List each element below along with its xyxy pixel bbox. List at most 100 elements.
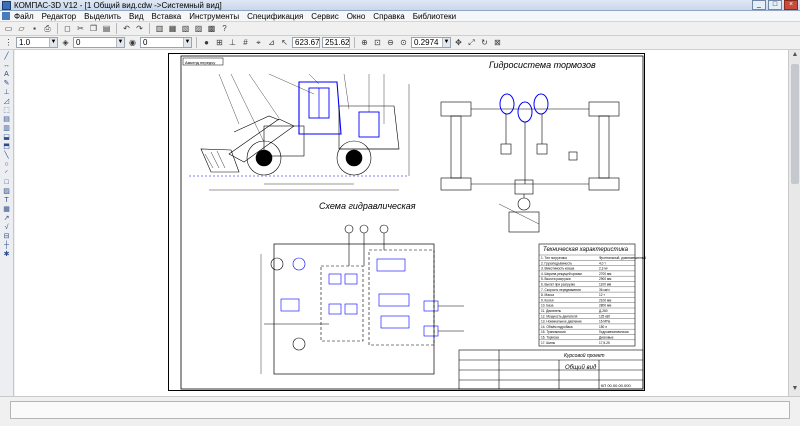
geometry-icon[interactable]: ╱ <box>2 53 12 61</box>
table-icon[interactable]: ▦ <box>2 206 12 214</box>
help-icon[interactable]: ? <box>219 23 230 34</box>
spec-icon[interactable]: ▤ <box>2 116 12 124</box>
zoom-scale-icon[interactable]: ⊙ <box>398 37 409 48</box>
measure-icon[interactable]: ◿ <box>2 98 12 106</box>
close-button[interactable]: × <box>784 0 798 10</box>
line-icon[interactable]: ╲ <box>2 152 12 160</box>
menu-select[interactable]: Выделить <box>84 12 121 21</box>
local-cs-icon[interactable]: ⌖ <box>253 37 264 48</box>
zoom-combo[interactable]: 0.2974 ▼ <box>411 37 451 48</box>
zoom-in-icon[interactable]: ⊕ <box>359 37 370 48</box>
grid-step-icon[interactable]: ⋮ <box>3 37 14 48</box>
variables-icon[interactable]: ▧ <box>180 23 191 34</box>
snowflake-icon[interactable]: ✱ <box>2 251 12 259</box>
insert-icon[interactable]: ⬓ <box>2 134 12 142</box>
dimensions-icon[interactable]: ↔ <box>2 62 12 70</box>
refresh-icon[interactable]: ↻ <box>479 37 490 48</box>
ortho-icon[interactable]: ⊥ <box>227 37 238 48</box>
menu-tools[interactable]: Инструменты <box>189 12 239 21</box>
pan-icon[interactable]: ✥ <box>453 37 464 48</box>
leader-icon[interactable]: ↗ <box>2 215 12 223</box>
save-icon[interactable]: ▪ <box>29 23 40 34</box>
scroll-down-icon[interactable]: ▼ <box>790 385 800 395</box>
toolbar-separator <box>354 37 355 48</box>
new-document-icon[interactable]: ▭ <box>3 23 14 34</box>
chevron-down-icon[interactable]: ▼ <box>116 38 124 47</box>
parametrization-icon[interactable]: ⊥ <box>2 89 12 97</box>
menu-service[interactable]: Сервис <box>311 12 338 21</box>
step-combo[interactable]: 1.0 ▼ <box>16 37 58 48</box>
chevron-down-icon[interactable]: ▼ <box>49 38 57 47</box>
tech-row-value: 16 МПа <box>599 320 610 324</box>
editing-icon[interactable]: ✎ <box>2 80 12 88</box>
rect-icon[interactable]: □ <box>2 179 12 187</box>
minimize-button[interactable]: _ <box>752 0 766 10</box>
layers-icon[interactable]: ▩ <box>206 23 217 34</box>
vertical-scrollbar[interactable]: ▲ ▼ <box>788 50 800 396</box>
valve-a <box>328 273 342 285</box>
menu-libraries[interactable]: Библиотеки <box>413 12 456 21</box>
chevron-down-icon[interactable]: ▼ <box>442 38 450 47</box>
parametric-icon[interactable]: ⊿ <box>266 37 277 48</box>
style-combo[interactable]: 0 ▼ <box>140 37 192 48</box>
tech-row-param: 6. Вылет при разгрузке <box>541 283 575 287</box>
menu-window[interactable]: Окно <box>347 12 366 21</box>
text-icon[interactable]: T <box>2 197 12 205</box>
menu-edit[interactable]: Редактор <box>42 12 76 21</box>
style-icon[interactable]: ◉ <box>127 37 138 48</box>
menu-help[interactable]: Справка <box>373 12 404 21</box>
arc-icon[interactable]: ◜ <box>2 170 12 178</box>
stamp-label: Амкенд передчу <box>185 60 215 65</box>
preview-icon[interactable]: ◻ <box>62 23 73 34</box>
tree-icon[interactable]: ▨ <box>193 23 204 34</box>
symbols-icon[interactable]: A <box>2 71 12 79</box>
tech-row-value: 2700 мм <box>599 272 611 276</box>
menu-insert[interactable]: Вставка <box>152 12 182 21</box>
menu-specification[interactable]: Спецификация <box>247 12 303 21</box>
coord-y-field[interactable]: 251.62 <box>322 37 350 48</box>
circle-icon[interactable]: ○ <box>2 161 12 169</box>
drawing-sheet[interactable]: Амкенд передчу Гидросистема тормозов Схе… <box>168 53 647 391</box>
copy-icon[interactable]: ❐ <box>88 23 99 34</box>
hydraulic-scheme-title: Схема гидравлическая <box>319 201 416 211</box>
redo-icon[interactable]: ↷ <box>134 23 145 34</box>
hatch-icon[interactable]: ▨ <box>2 188 12 196</box>
undo-icon[interactable]: ↶ <box>121 23 132 34</box>
tech-title: Техническая характеристика <box>543 247 629 253</box>
tech-row-value: Д-260 <box>599 309 608 313</box>
zoom-value: 0.2974 <box>414 38 439 47</box>
library-icon[interactable]: ▥ <box>154 23 165 34</box>
open-icon[interactable]: ▱ <box>16 23 27 34</box>
axis-icon[interactable]: ┼ <box>2 242 12 250</box>
zoom-window-icon[interactable]: ⊡ <box>372 37 383 48</box>
menu-view[interactable]: Вид <box>129 12 143 21</box>
zoom-all-icon[interactable]: ⤢ <box>466 37 477 48</box>
color-icon[interactable]: ● <box>201 37 212 48</box>
snap-icon[interactable]: ⊞ <box>214 37 225 48</box>
grid-icon[interactable]: # <box>240 37 251 48</box>
layer-icon[interactable]: ◈ <box>60 37 71 48</box>
fit-icon[interactable]: ⊠ <box>492 37 503 48</box>
menu-file[interactable]: Файл <box>14 12 34 21</box>
document-icon[interactable] <box>2 12 10 20</box>
roughness-icon[interactable]: √ <box>2 224 12 232</box>
select-icon[interactable]: ⬚ <box>2 107 12 115</box>
chevron-down-icon[interactable]: ▼ <box>183 38 191 47</box>
tolerance-icon[interactable]: ⊟ <box>2 233 12 241</box>
reports-icon[interactable]: ▥ <box>2 125 12 133</box>
cut-icon[interactable]: ✂ <box>75 23 86 34</box>
cursor-icon[interactable]: ↖ <box>279 37 290 48</box>
coord-x-field[interactable]: 623.67 <box>292 37 320 48</box>
properties-icon[interactable]: ▦ <box>167 23 178 34</box>
paste-icon[interactable]: ▤ <box>101 23 112 34</box>
print-icon[interactable]: ⎙ <box>42 23 53 34</box>
hydraulic-schematic <box>260 224 464 375</box>
brake-valve-1 <box>500 143 512 155</box>
zoom-out-icon[interactable]: ⊖ <box>385 37 396 48</box>
layer-combo[interactable]: 0 ▼ <box>73 37 125 48</box>
brake-tank <box>508 211 540 233</box>
scroll-up-icon[interactable]: ▲ <box>790 51 800 61</box>
maximize-button[interactable]: □ <box>768 0 782 10</box>
macro-icon[interactable]: ⬒ <box>2 143 12 151</box>
scroll-thumb[interactable] <box>791 64 799 184</box>
